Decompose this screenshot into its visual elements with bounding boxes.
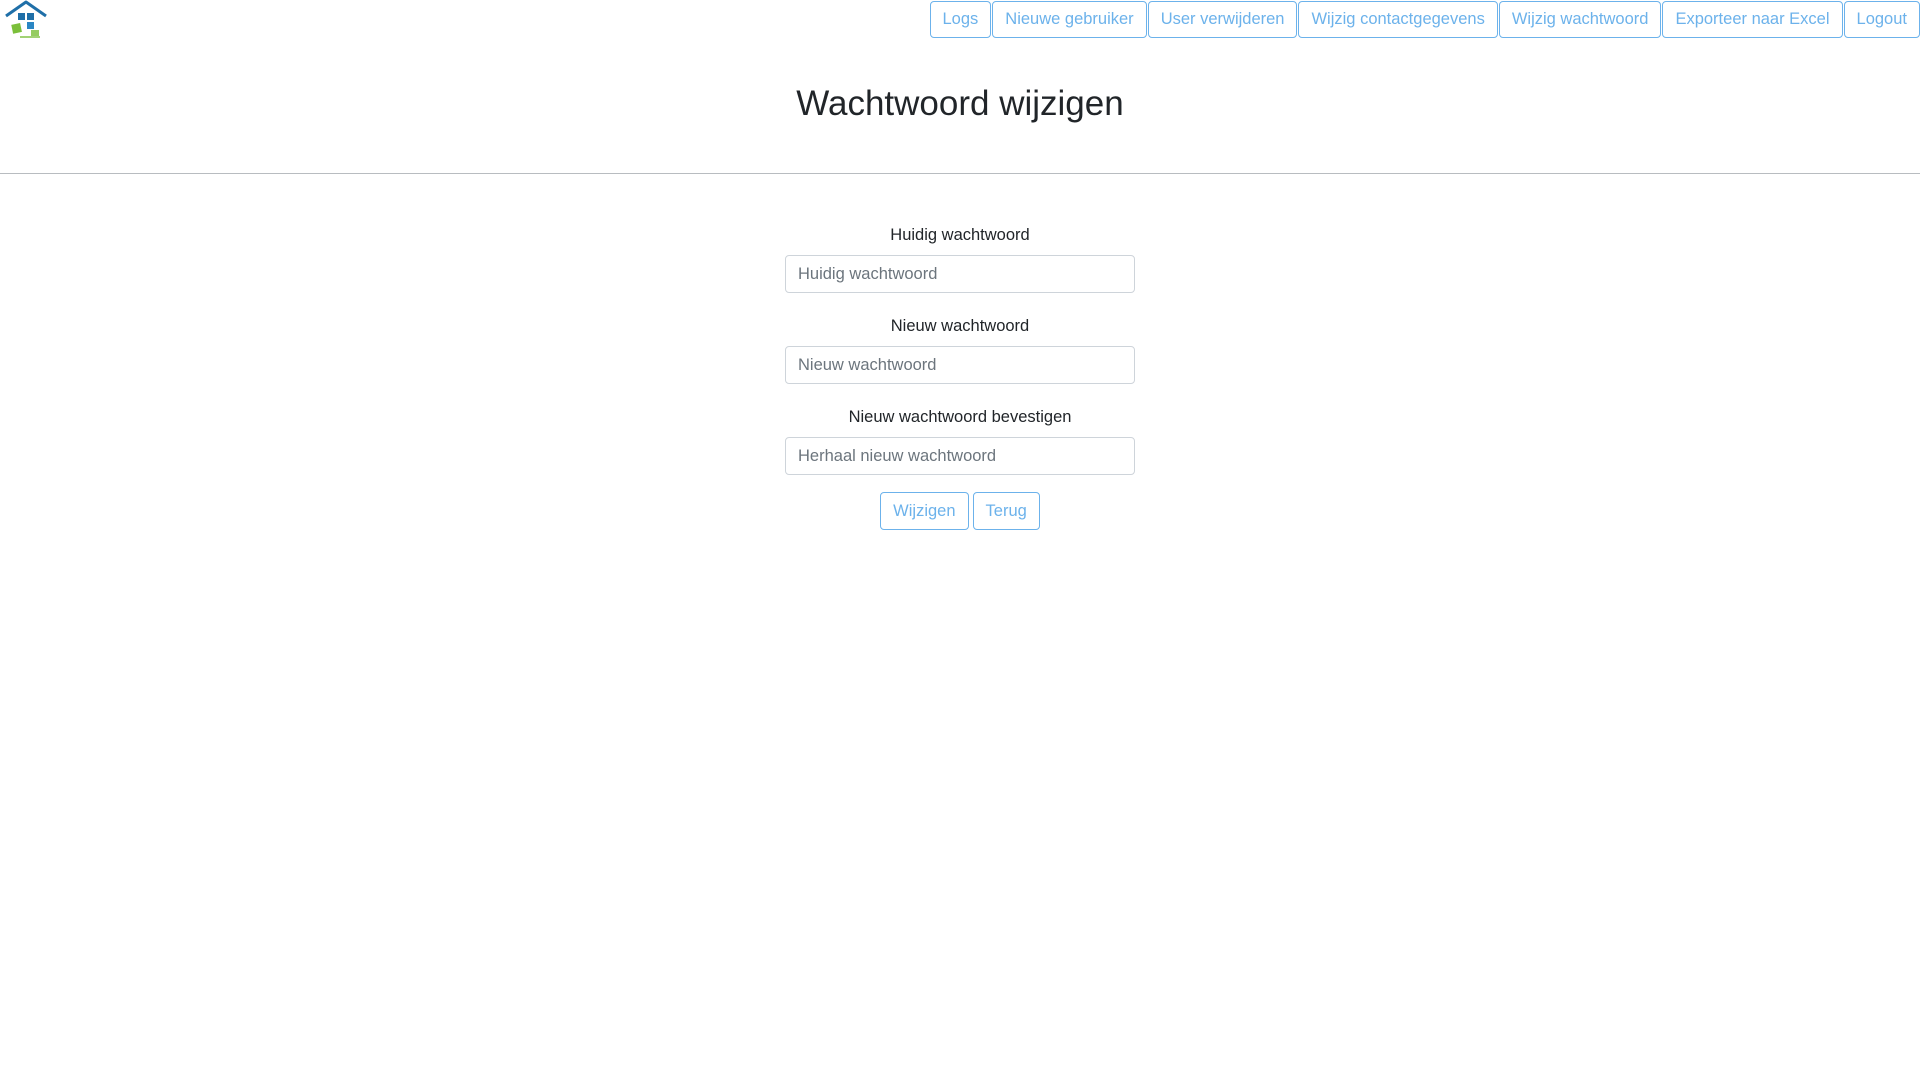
page-title: Wachtwoord wijzigen [796,84,1124,123]
submit-button[interactable]: Wijzigen [880,492,969,530]
confirm-password-input[interactable] [785,437,1135,475]
nav-logs-button[interactable]: Logs [929,1,992,38]
house-logo-icon [5,0,47,38]
logo[interactable] [4,0,48,40]
new-password-label: Nieuw wachtwoord [890,317,1030,335]
form-actions: Wijzigen Terug [785,492,1135,530]
nav-export-excel-button[interactable]: Exporteer naar Excel [1662,1,1843,38]
nav-change-password-button[interactable]: Wijzig wachtwoord [1498,1,1662,38]
nav-new-user-button[interactable]: Nieuwe gebruiker [992,1,1147,38]
change-password-form: Huidig wachtwoord Nieuw wachtwoord Nieuw… [785,222,1135,530]
nav-delete-user-button[interactable]: User verwijderen [1147,1,1298,38]
current-password-input[interactable] [785,255,1135,293]
nav-edit-contact-button[interactable]: Wijzig contactgegevens [1298,1,1498,38]
nav-logout-button[interactable]: Logout [1843,1,1920,38]
back-button[interactable]: Terug [972,492,1040,530]
current-password-label: Huidig wachtwoord [890,226,1030,244]
new-password-input[interactable] [785,346,1135,384]
header-divider [0,173,1920,174]
top-nav: Logs Nieuwe gebruiker User verwijderen W… [929,1,1920,38]
confirm-password-label: Nieuw wachtwoord bevestigen [848,408,1072,426]
